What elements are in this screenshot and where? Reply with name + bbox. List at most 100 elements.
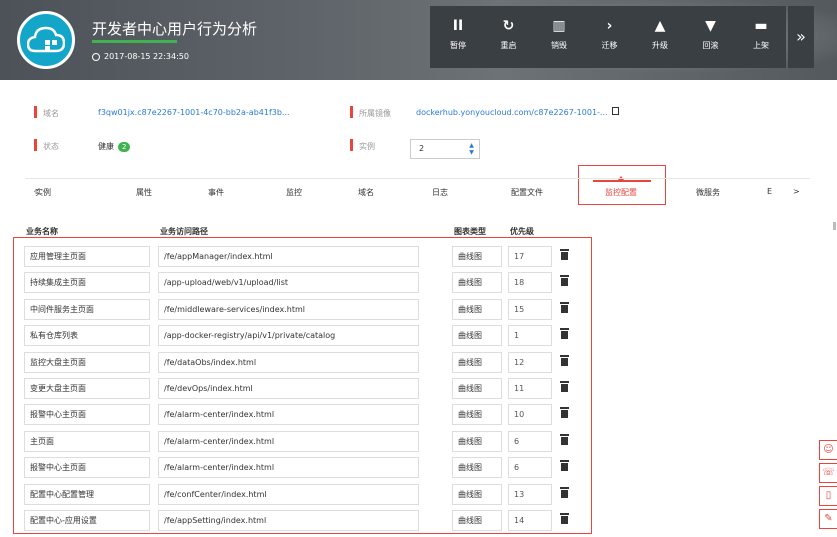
- action-4-button[interactable]: ▲ 升级: [635, 6, 685, 68]
- tab-6[interactable]: 配置文件: [511, 187, 543, 198]
- name-input[interactable]: 变更大盘主页面: [24, 378, 150, 399]
- trash-icon[interactable]: [560, 460, 569, 472]
- trash-icon[interactable]: [560, 407, 569, 419]
- domain-link[interactable]: f3qw01jx.c87e2267-1001-4c70-bb2a-ab41f3b…: [98, 108, 290, 117]
- image-link[interactable]: dockerhub.yonyoucloud.com/c87e2267-1001-…: [416, 108, 608, 117]
- type-input[interactable]: 曲线图: [452, 430, 502, 452]
- type-input[interactable]: 曲线图: [452, 325, 502, 347]
- path-input[interactable]: /fe/appSetting/index.html: [158, 510, 419, 531]
- action-label: 重启: [500, 41, 517, 50]
- name-input[interactable]: 配置中心配置管理: [24, 483, 150, 505]
- tab-5[interactable]: 日志: [432, 187, 448, 198]
- action-1-button[interactable]: ↻ 重启: [484, 6, 534, 68]
- copy-icon[interactable]: [612, 107, 619, 115]
- status-text: 健康: [98, 142, 114, 151]
- trash-icon[interactable]: [560, 486, 569, 498]
- status-marker: [34, 139, 37, 151]
- priority-input[interactable]: 6: [508, 457, 552, 479]
- name-input[interactable]: 中间件服务主页面: [24, 298, 150, 320]
- table-row: 主页面/fe/alarm-center/index.html 曲线图 6: [0, 430, 600, 453]
- feedback-icon[interactable]: ✎: [819, 509, 837, 529]
- table-row: 私有仓库列表/app-docker-registry/api/v1/privat…: [0, 325, 600, 347]
- type-input[interactable]: 曲线图: [452, 510, 502, 531]
- mobile-icon[interactable]: ▯: [819, 486, 837, 506]
- destroy-icon: ▥: [552, 18, 566, 34]
- cloud-app-icon: [27, 26, 65, 53]
- action-0-button[interactable]: II 暂停: [433, 6, 483, 68]
- more-actions-button[interactable]: »: [788, 6, 814, 68]
- priority-input[interactable]: 17: [508, 246, 552, 267]
- app-logo: [17, 11, 75, 69]
- action-2-button[interactable]: ▥ 销毁: [534, 6, 584, 68]
- scrollbar-thumb[interactable]: [833, 222, 836, 230]
- table-row: 配置中心配置管理/fe/confCenter/index.html 曲线图 13: [0, 483, 600, 506]
- priority-input[interactable]: 11: [508, 378, 552, 399]
- path-input[interactable]: /app-docker-registry/api/v1/private/cata…: [158, 325, 419, 347]
- table-row: 中间件服务主页面/fe/middleware-services/index.ht…: [0, 298, 600, 321]
- name-input[interactable]: 监控大盘主页面: [24, 351, 150, 373]
- tab-8[interactable]: 微服务: [696, 187, 720, 198]
- upgrade-icon: ▲: [654, 18, 666, 34]
- instance-stepper[interactable]: 2 ▲ ▼: [410, 139, 480, 159]
- action-6-button[interactable]: ▬ 上架: [736, 6, 786, 68]
- trash-icon[interactable]: [560, 275, 569, 287]
- trash-icon[interactable]: [560, 249, 569, 260]
- name-input[interactable]: 报警中心主页面: [24, 404, 150, 426]
- name-input[interactable]: 私有仓库列表: [24, 325, 150, 347]
- tab-7[interactable]: 监控配置: [605, 187, 637, 198]
- path-input[interactable]: /app-upload/web/v1/upload/list: [158, 272, 419, 294]
- table-row: 报警中心主页面/fe/alarm-center/index.html 曲线图 10: [0, 404, 600, 426]
- type-input[interactable]: 曲线图: [452, 246, 502, 267]
- path-input[interactable]: /fe/middleware-services/index.html: [158, 298, 419, 320]
- trash-icon[interactable]: [560, 301, 569, 313]
- trash-icon[interactable]: [560, 433, 569, 445]
- trash-icon[interactable]: [560, 381, 569, 392]
- tab-1[interactable]: 属性: [136, 187, 152, 198]
- type-input[interactable]: 曲线图: [452, 351, 502, 373]
- path-input[interactable]: /fe/dataObs/index.html: [158, 351, 419, 373]
- path-input[interactable]: /fe/devOps/index.html: [158, 378, 419, 399]
- robot-icon[interactable]: ☺: [819, 440, 837, 460]
- tab-0[interactable]: 实例: [35, 187, 51, 198]
- progress-bar: [92, 40, 177, 43]
- trash-icon[interactable]: [560, 328, 569, 340]
- type-input[interactable]: 曲线图: [452, 298, 502, 320]
- stepper-arrows-icon[interactable]: ▲ ▼: [467, 142, 476, 156]
- priority-input[interactable]: 1: [508, 325, 552, 347]
- priority-input[interactable]: 10: [508, 404, 552, 426]
- priority-input[interactable]: 18: [508, 272, 552, 294]
- trash-icon[interactable]: [560, 354, 569, 366]
- tab-next-button[interactable]: >: [793, 187, 800, 196]
- name-input[interactable]: 应用管理主页面: [24, 246, 150, 267]
- name-input[interactable]: 配置中心-应用设置: [24, 510, 150, 531]
- tab-2[interactable]: 事件: [208, 187, 224, 198]
- priority-input[interactable]: 6: [508, 430, 552, 452]
- phone-icon[interactable]: ☏: [819, 463, 837, 483]
- path-input[interactable]: /fe/alarm-center/index.html: [158, 404, 419, 426]
- action-label: 迁移: [601, 41, 618, 50]
- priority-input[interactable]: 15: [508, 298, 552, 320]
- action-3-button[interactable]: › 迁移: [585, 6, 635, 68]
- trash-icon[interactable]: [560, 513, 569, 524]
- priority-input[interactable]: 14: [508, 510, 552, 531]
- priority-input[interactable]: 12: [508, 351, 552, 373]
- action-label: 回滚: [702, 41, 719, 50]
- action-5-button[interactable]: ▼ 回滚: [686, 6, 736, 68]
- timestamp-text: 2017-08-15 22:34:50: [104, 52, 189, 61]
- path-input[interactable]: /fe/alarm-center/index.html: [158, 430, 419, 452]
- tab-3[interactable]: 监控: [286, 187, 302, 198]
- type-input[interactable]: 曲线图: [452, 272, 502, 294]
- name-input[interactable]: 主页面: [24, 430, 150, 452]
- type-input[interactable]: 曲线图: [452, 404, 502, 426]
- name-input[interactable]: 报警中心主页面: [24, 457, 150, 479]
- tab-4[interactable]: 域名: [358, 187, 374, 198]
- type-input[interactable]: 曲线图: [452, 483, 502, 505]
- type-input[interactable]: 曲线图: [452, 378, 502, 399]
- type-input[interactable]: 曲线图: [452, 457, 502, 479]
- path-input[interactable]: /fe/confCenter/index.html: [158, 483, 419, 505]
- name-input[interactable]: 持续集成主页面: [24, 272, 150, 294]
- priority-input[interactable]: 13: [508, 483, 552, 505]
- tab-9[interactable]: E: [767, 187, 772, 196]
- path-input[interactable]: /fe/appManager/index.html: [158, 246, 419, 267]
- path-input[interactable]: /fe/alarm-center/index.html: [158, 457, 419, 479]
